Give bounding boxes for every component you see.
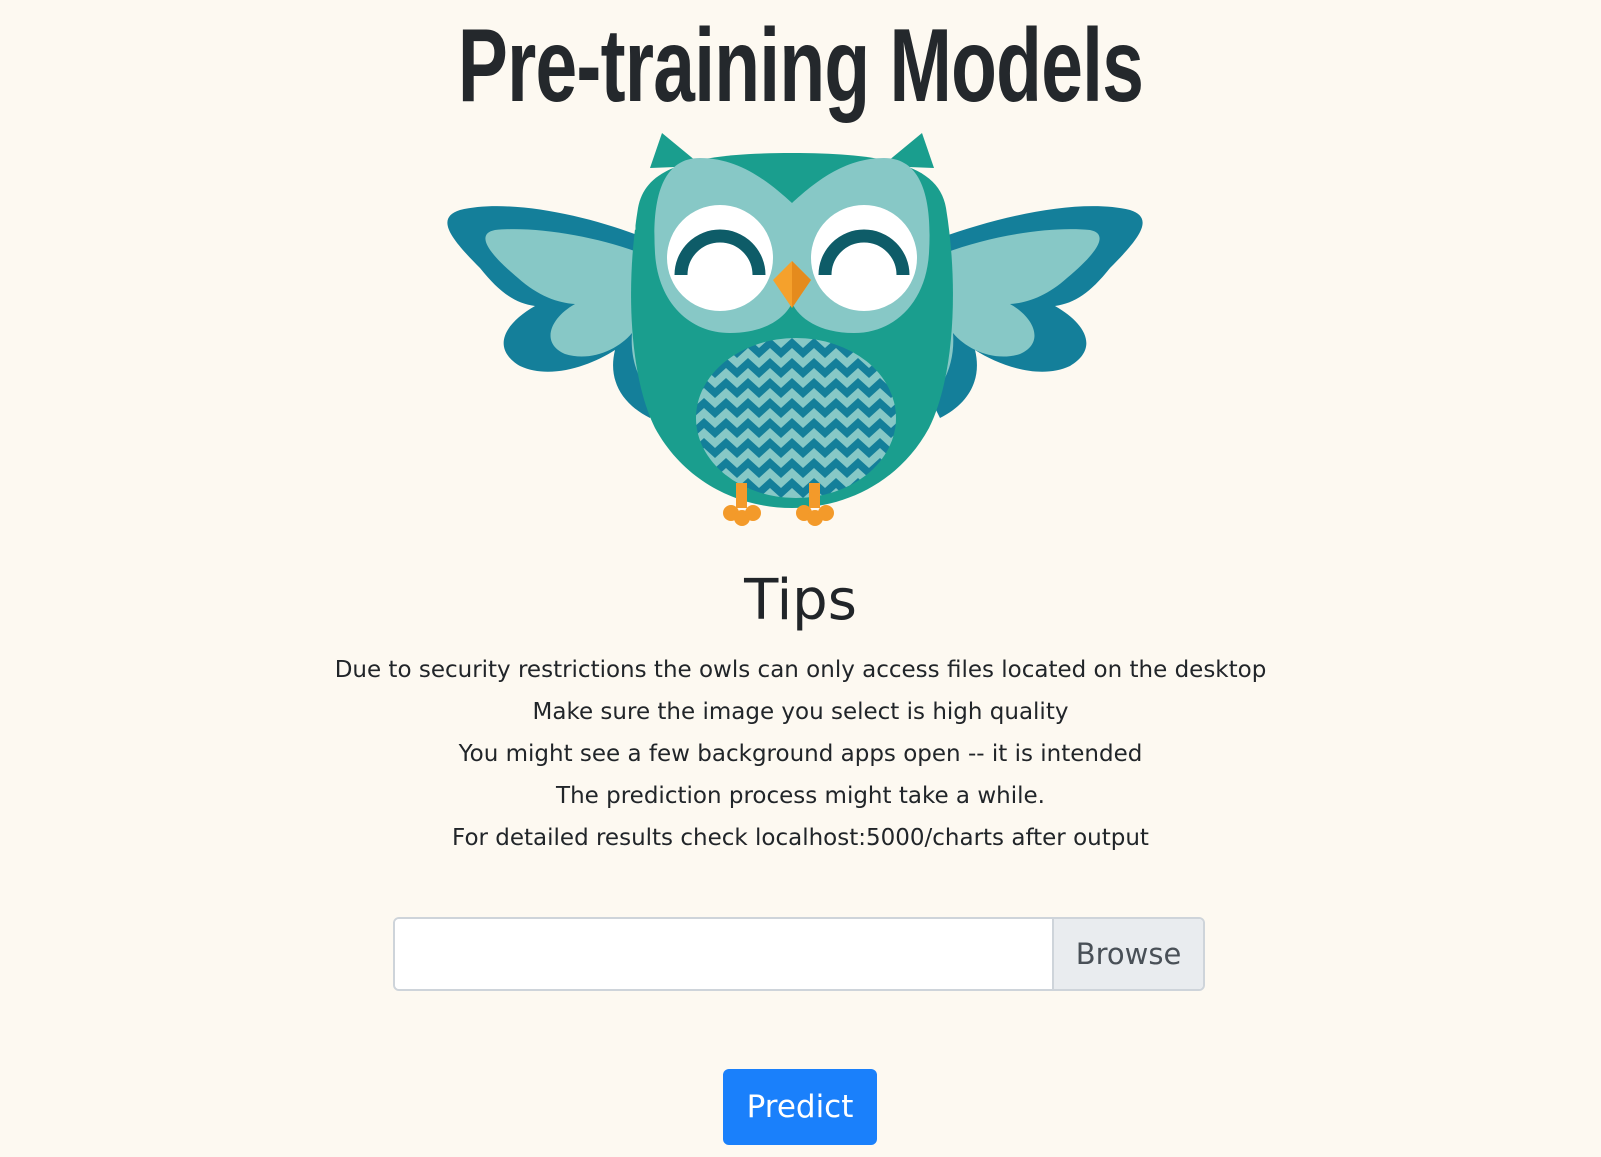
file-picker: Browse [393,917,1205,991]
browse-button[interactable]: Browse [1052,919,1203,989]
file-path-input[interactable] [395,919,1052,989]
right-wing [923,206,1143,418]
tip-item: Due to security restrictions the owls ca… [334,657,1267,683]
tip-item: For detailed results check localhost:500… [452,825,1149,851]
tip-item: You might see a few background apps open… [458,741,1143,767]
tip-item: Make sure the image you select is high q… [532,699,1069,725]
page-title: Pre-training Models [457,8,1144,124]
tip-item: The prediction process might take a whil… [556,783,1045,809]
owl-illustration [440,128,1160,538]
tips-heading: Tips [744,568,857,633]
tips-list: Due to security restrictions the owls ca… [0,649,1601,859]
predict-button[interactable]: Predict [723,1069,877,1145]
